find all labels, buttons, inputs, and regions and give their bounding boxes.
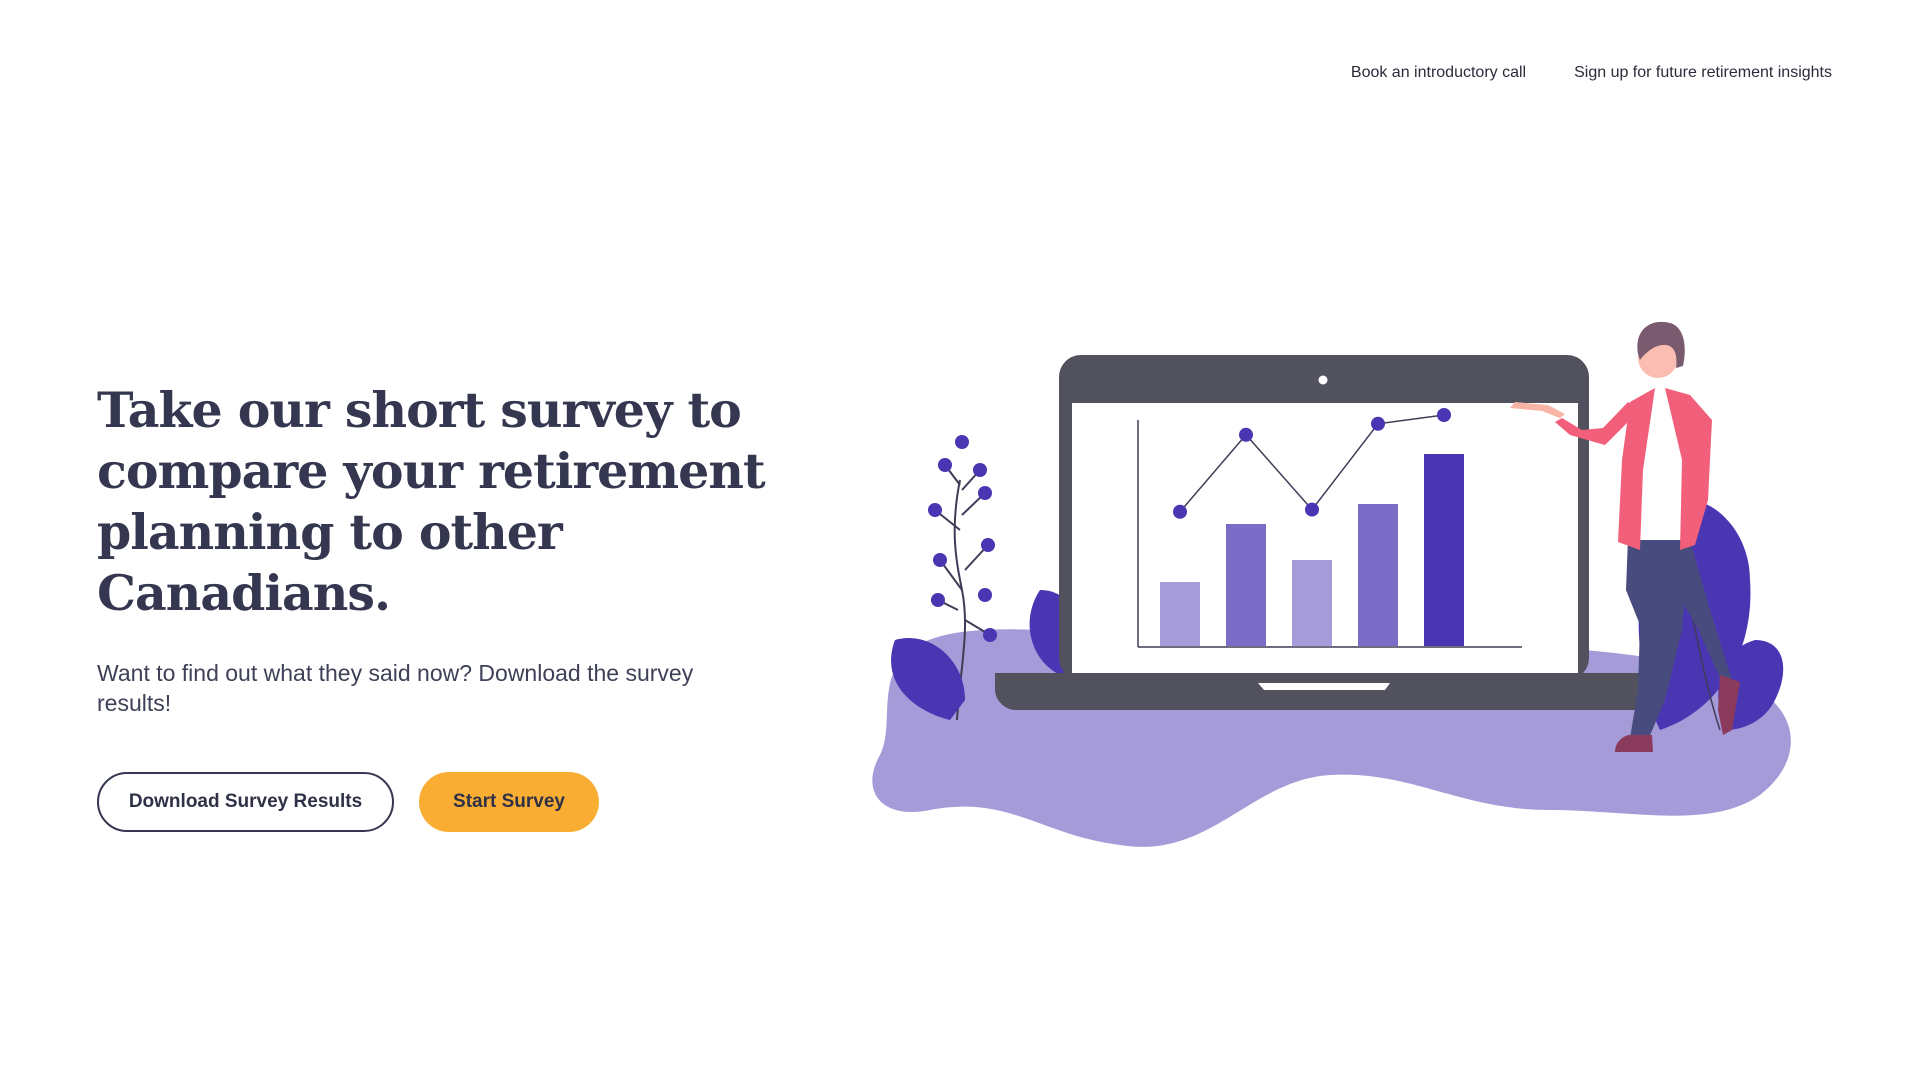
hero-illustration: [870, 290, 1850, 860]
start-survey-button[interactable]: Start Survey: [419, 772, 599, 832]
signup-insights-link[interactable]: Sign up for future retirement insights: [1574, 64, 1832, 82]
chart-point: [1305, 502, 1319, 517]
hero-subtitle: Want to find out what they said now? Dow…: [97, 660, 694, 716]
chart-bar: [1424, 454, 1464, 646]
hero-title: Take our short survey to compare your re…: [97, 381, 766, 622]
chart-point: [1371, 416, 1385, 431]
illustration-svg: [872, 321, 1791, 847]
download-survey-results-button[interactable]: Download Survey Results: [97, 772, 394, 832]
hero-buttons: Download Survey Results Start Survey: [97, 772, 797, 832]
chart-bar: [1160, 582, 1200, 646]
chart-point: [1437, 408, 1451, 422]
landing-page: Book an introductory call Sign up for fu…: [0, 0, 1920, 1080]
chart-point: [1239, 427, 1253, 442]
chart-bar: [1226, 524, 1266, 646]
top-navigation: Book an introductory call Sign up for fu…: [1351, 64, 1832, 82]
chart-bar: [1358, 504, 1398, 646]
hero-section: Take our short survey to compare your re…: [97, 380, 797, 832]
chart-bar: [1292, 560, 1332, 646]
chart-point: [1173, 504, 1187, 519]
book-call-link[interactable]: Book an introductory call: [1351, 64, 1526, 82]
laptop-icon: [995, 355, 1660, 710]
